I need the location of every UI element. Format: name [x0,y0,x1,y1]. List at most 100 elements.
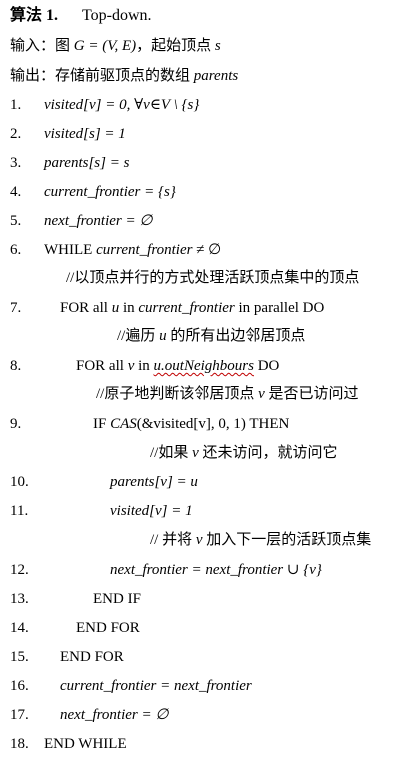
line-number: 15. [10,649,29,665]
comment-line-4: //如果 v 还未访问，就访问它 [0,443,409,463]
code-line-11: 11. visited[v] = 1 [0,501,409,521]
line-code: END FOR [60,649,124,665]
keyword-in: in [119,300,139,316]
output-var: parents [193,68,239,84]
line-code: WHILE current_frontier ≠ ∅ [44,240,221,260]
code-line-13: 13. END IF [0,589,409,609]
comment-text: // 并将 v 加入下一层的活跃顶点集 [150,530,371,550]
output-line: 输出：存储前驱顶点的数组 parents [10,66,238,86]
line-number: 13. [10,591,29,607]
comment-text: //以顶点并行的方式处理活跃顶点集中的顶点 [66,270,360,286]
func-cas: CAS [110,416,137,432]
code-line-14: 14. END FOR [0,618,409,638]
comment-post: 的所有出边邻居顶点 [166,328,306,344]
line-code: END WHILE [44,736,127,752]
code-line-15: 15. END FOR [0,647,409,667]
line-number: 11. [10,503,29,519]
comment-post: 加入下一层的活跃顶点集 [202,532,372,548]
comment-line-5: // 并将 v 加入下一层的活跃顶点集 [0,530,409,550]
input-suffix: ，起始顶点 [136,38,215,54]
comment-line-2: //遍历 u 的所有出边邻居顶点 [0,326,409,346]
line-number: 5. [10,213,22,229]
comment-var: u [159,328,167,344]
keyword-in: in [134,358,154,374]
comment-post: 还未访问，就访问它 [198,445,338,461]
line-code: next_frontier = ∅ [60,707,169,723]
comment-pre: //如果 [150,445,193,461]
code-suffix: in parallel DO [234,300,325,316]
comment-pre: // 并将 [150,532,196,548]
code-line-12: 12. next_frontier = next_frontier ∪ {v} [0,560,409,580]
line-number: 18. [10,736,29,752]
line-code: END FOR [76,620,140,636]
algorithm-page: { "title": { "label": "算法 1.", "text": "… [0,0,409,761]
comment-line-1: //以顶点并行的方式处理活跃顶点集中的顶点 [0,268,409,288]
line-number: 3. [10,155,22,171]
line-number: 16. [10,678,29,694]
line-number: 9. [10,416,22,432]
code-line-1: 1. visited[v] = 0, ∀v∈V \ {s} [0,95,409,115]
line-number: 2. [10,126,22,142]
line-code: IF CAS(&visited[v], 0, 1) THEN [93,414,289,434]
code-suffix: ≠ ∅ [192,242,222,258]
line-code: parents[v] = u [110,474,198,490]
line-number: 7. [10,300,22,316]
comment-text: //原子地判断该邻居顶点 v 是否已访问过 [96,384,359,404]
line-number: 4. [10,184,22,200]
var-current-frontier: current_frontier [96,242,193,258]
line-code: FOR all u in current_frontier in paralle… [60,298,324,318]
code-line-3: 3. parents[s] = s [0,153,409,173]
line-code: current_frontier = next_frontier [60,678,252,694]
comment-pre: //遍历 [117,328,160,344]
line-code: parents[s] = s [44,155,130,171]
line-number: 8. [10,358,22,374]
comment-line-3: //原子地判断该邻居顶点 v 是否已访问过 [0,384,409,404]
comment-pre: //原子地判断该邻居顶点 [96,386,259,402]
code-line-7: 7. FOR all u in current_frontier in para… [0,298,409,318]
code-line-6: 6. WHILE current_frontier ≠ ∅ [0,240,409,260]
var-current-frontier: current_frontier [138,300,235,316]
line-code: current_frontier = {s} [44,184,176,200]
code-line-18: 18. END WHILE [0,734,409,754]
line-code: next_frontier = ∅ [44,213,153,229]
code-line-16: 16. current_frontier = next_frontier [0,676,409,696]
line-number: 17. [10,707,29,723]
keyword-for: FOR all [60,300,112,316]
keyword-if: IF [93,416,111,432]
comment-post: 是否已访问过 [264,386,359,402]
code-line-9: 9. IF CAS(&visited[v], 0, 1) THEN [0,414,409,434]
algorithm-label: 算法 1. [10,7,59,24]
comment-text: //如果 v 还未访问，就访问它 [150,443,338,463]
input-graph: G = (V, E) [73,38,137,54]
var-out-neighbours: u.outNeighbours [153,358,254,374]
input-start: s [214,38,221,54]
output-prefix: 输出：存储前驱顶点的数组 [10,68,194,84]
input-line: 输入：图 G = (V, E)，起始顶点 s [10,36,221,56]
line-number: 14. [10,620,29,636]
code-line-17: 17. next_frontier = ∅ [0,705,409,725]
algorithm-title: 算法 1. Top-down. [10,6,152,26]
comment-var: v [258,386,265,402]
comment-var: v [192,445,199,461]
line-number: 12. [10,562,29,578]
code-suffix: (&visited[v], 0, 1) THEN [136,416,290,432]
comment-text: //遍历 u 的所有出边邻居顶点 [117,326,305,346]
line-code: END IF [93,591,141,607]
line-code: visited[v] = 0, ∀v∈V \ {s} [44,97,200,113]
keyword-while: WHILE [44,242,97,258]
comment-var: v [195,532,203,548]
code-line-8: 8. FOR all v in u.outNeighbours DO [0,356,409,376]
line-code: visited[v] = 1 [110,503,193,519]
code-line-4: 4. current_frontier = {s} [0,182,409,202]
line-code: FOR all v in u.outNeighbours DO [76,356,279,376]
line-number: 6. [10,242,22,258]
keyword-for: FOR all [76,358,128,374]
code-line-10: 10. parents[v] = u [0,472,409,492]
algorithm-name: Top-down. [82,7,152,24]
line-code: next_frontier = next_frontier ∪ {v} [110,562,322,578]
line-number: 1. [10,97,22,113]
code-line-2: 2. visited[s] = 1 [0,124,409,144]
input-prefix: 输入：图 [10,38,74,54]
line-code: visited[s] = 1 [44,126,126,142]
code-line-5: 5. next_frontier = ∅ [0,211,409,231]
